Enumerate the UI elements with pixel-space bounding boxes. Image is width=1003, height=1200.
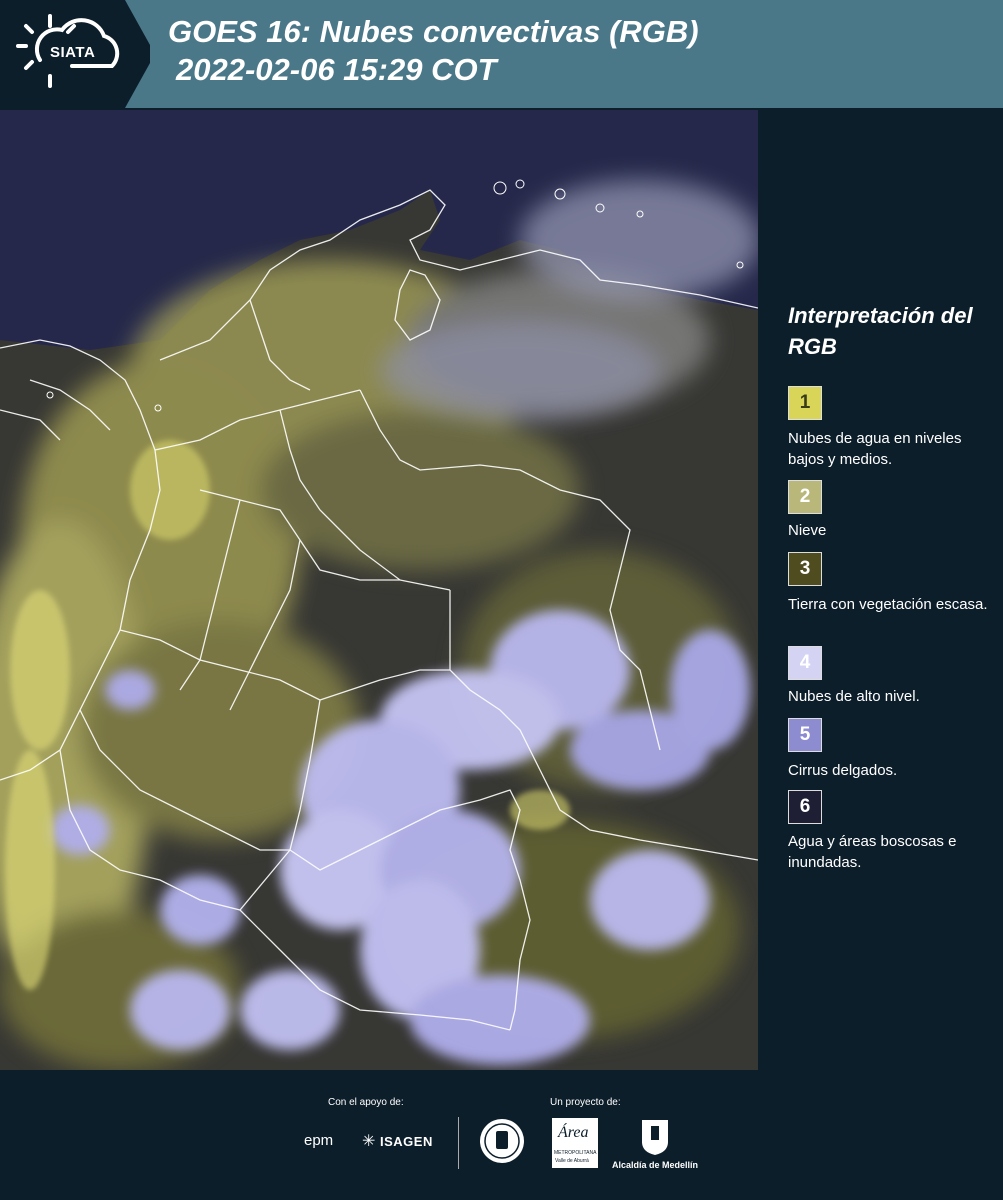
- logo-text: SIATA: [50, 44, 96, 61]
- medellin-seal-icon: [480, 1119, 524, 1163]
- area-logo-text: Área: [558, 1124, 589, 1141]
- alcaldia-label: Alcaldía de Medellín: [612, 1160, 699, 1170]
- satellite-image: [0, 110, 758, 1070]
- legend-title: Interpretación del RGB: [788, 303, 973, 359]
- legend-panel: [760, 110, 1003, 1070]
- area-metropolitana-logo: Área METROPOLITANA Valle de Aburrá: [552, 1118, 598, 1168]
- header-bar: SIATA GOES 16: Nubes convectivas (RGB) 2…: [0, 0, 1003, 108]
- satellite-map: [0, 110, 758, 1070]
- legend-label-1: Nubes de agua en niveles bajos y medios.: [788, 430, 962, 468]
- legend-number-4: 4: [799, 652, 811, 673]
- legend-swatch-5: 5: [788, 718, 822, 752]
- footer-divider: [458, 1117, 459, 1169]
- legend-label-6: Agua y áreas boscosas e inundadas.: [788, 833, 957, 871]
- legend-number-1: 1: [799, 392, 811, 413]
- legend-number-2: 2: [799, 486, 811, 507]
- legend-swatch-2: 2: [788, 480, 822, 514]
- legend-swatch-4: 4: [788, 646, 822, 680]
- legend-label-3: Tierra con vegetación escasa.: [788, 596, 988, 613]
- legend-swatch-6: 6: [788, 790, 822, 824]
- siata-logo: SIATA: [0, 0, 150, 108]
- page-title: GOES 16: Nubes convectivas (RGB): [168, 14, 699, 49]
- legend-number-6: 6: [799, 796, 811, 817]
- project-label: Un proyecto de:: [550, 1097, 621, 1108]
- isagen-logo: ISAGEN: [380, 1134, 433, 1149]
- alcaldia-shield-icon: [642, 1120, 668, 1155]
- page-subtitle-timestamp: 2022-02-06 15:29 COT: [176, 52, 497, 87]
- legend-number-3: 3: [799, 558, 811, 579]
- legend-label-4: Nubes de alto nivel.: [788, 688, 920, 705]
- area-logo-sub: METROPOLITANA: [554, 1150, 597, 1156]
- legend-label-5: Cirrus delgados.: [788, 762, 898, 779]
- isagen-icon: ✳: [362, 1133, 376, 1150]
- legend-swatch-3: 3: [788, 552, 822, 586]
- legend-swatch-1: 1: [788, 386, 822, 420]
- support-label: Con el apoyo de:: [328, 1097, 404, 1108]
- area-logo-sub2: Valle de Aburrá: [555, 1158, 589, 1164]
- legend-label-2: Nieve: [788, 522, 827, 539]
- legend-number-5: 5: [799, 724, 811, 745]
- epm-logo: epm: [304, 1132, 334, 1149]
